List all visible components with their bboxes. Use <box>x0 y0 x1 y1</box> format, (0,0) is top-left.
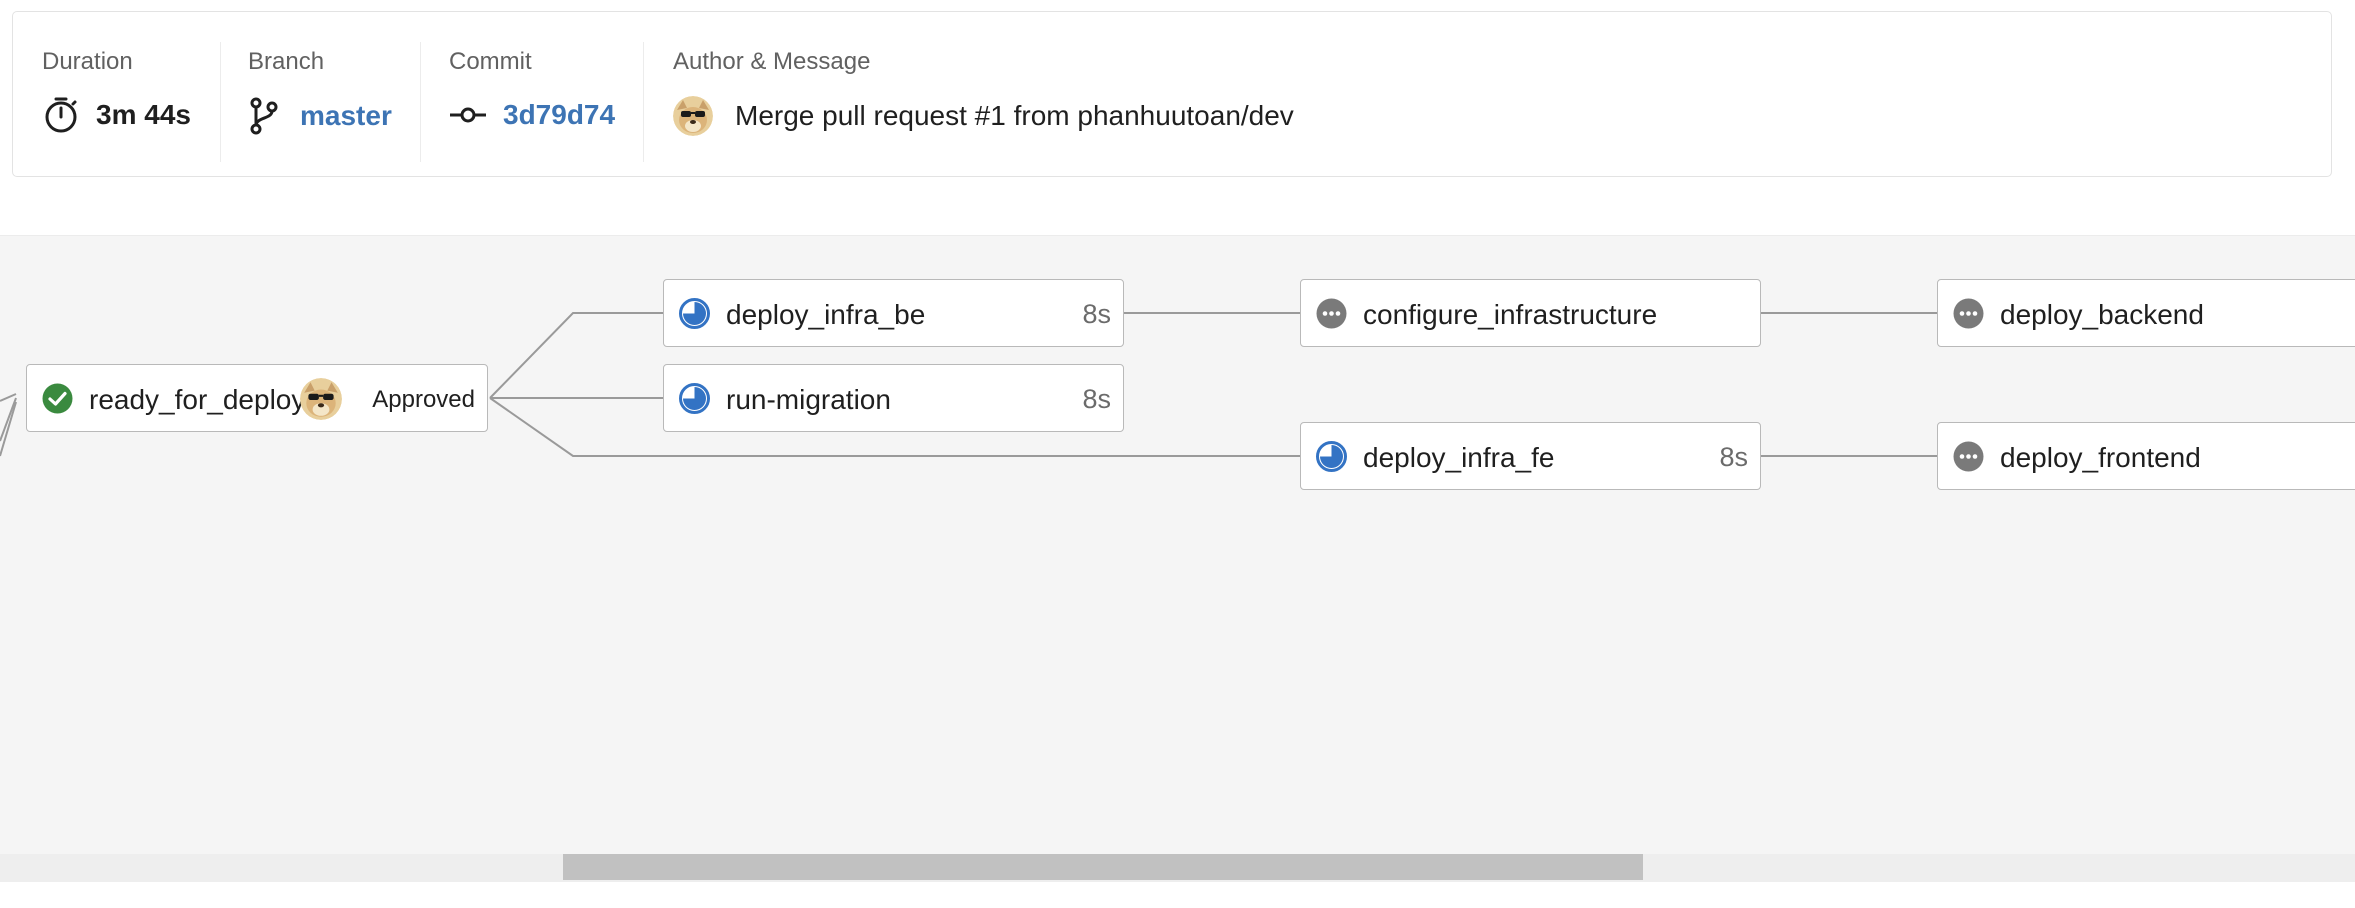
scrollbar-thumb[interactable] <box>563 854 1643 880</box>
job-duration: 8s <box>1719 442 1748 472</box>
job-deploy-infra-fe[interactable]: deploy_infra_fe 8s <box>1300 422 1761 490</box>
author-label: Author & Message <box>673 48 871 75</box>
author-value-row: Merge pull request #1 from phanhuutoan/d… <box>673 96 1294 136</box>
job-duration: 8s <box>1082 299 1111 329</box>
job-name: run-migration <box>726 384 891 415</box>
branch-value-row: master <box>248 96 392 136</box>
job-run-migration[interactable]: run-migration 8s <box>663 364 1124 432</box>
commit-message[interactable]: Merge pull request #1 from phanhuutoan/d… <box>735 100 1294 132</box>
running-status-icon <box>679 298 710 329</box>
divider <box>643 42 644 162</box>
commit-label: Commit <box>449 48 532 75</box>
job-duration: 8s <box>1082 384 1111 414</box>
commit-value-row: 3d79d74 <box>449 96 615 134</box>
branch-link[interactable]: master <box>300 100 392 132</box>
running-status-icon <box>1316 441 1347 472</box>
job-name: configure_infrastructure <box>1363 299 1658 330</box>
git-branch-icon <box>248 96 280 136</box>
horizontal-scrollbar[interactable] <box>0 854 2355 882</box>
job-deploy-frontend[interactable]: deploy_frontend <box>1937 422 2355 490</box>
job-name: deploy_backend <box>2000 299 2204 330</box>
job-deploy-infra-be[interactable]: deploy_infra_be 8s <box>663 279 1124 347</box>
approved-badge: Approved <box>372 386 475 413</box>
duration-label: Duration <box>42 48 133 75</box>
commit-link[interactable]: 3d79d74 <box>503 99 615 131</box>
job-name: deploy_infra_be <box>726 299 926 330</box>
job-configure-infrastructure[interactable]: configure_infrastructure <box>1300 279 1761 347</box>
job-name: deploy_infra_fe <box>1363 442 1555 473</box>
running-status-icon <box>679 383 710 414</box>
page-footer-space <box>0 882 2355 908</box>
pending-status-icon <box>1316 298 1347 329</box>
job-name: deploy_frontend <box>2000 442 2201 473</box>
git-commit-icon <box>449 96 487 134</box>
pending-status-icon <box>1953 298 1984 329</box>
pending-status-icon <box>1953 441 1984 472</box>
divider <box>420 42 421 162</box>
duration-value-row: 3m 44s <box>42 96 191 134</box>
pipeline-graph: ready_for_deploy Approved deploy_infra_b… <box>0 235 2355 855</box>
success-check-icon <box>42 383 73 414</box>
divider <box>220 42 221 162</box>
job-deploy-backend[interactable]: deploy_backend <box>1937 279 2355 347</box>
duration-value: 3m 44s <box>96 99 191 130</box>
approver-avatar <box>300 378 342 420</box>
branch-label: Branch <box>248 48 325 75</box>
stopwatch-icon <box>42 96 80 134</box>
job-ready-for-deploy[interactable]: ready_for_deploy Approved <box>26 364 488 432</box>
author-avatar <box>673 96 713 136</box>
workflow-summary: Duration 3m 44s Branch master Commit 3d7… <box>12 11 2332 177</box>
job-name: ready_for_deploy <box>89 384 306 415</box>
